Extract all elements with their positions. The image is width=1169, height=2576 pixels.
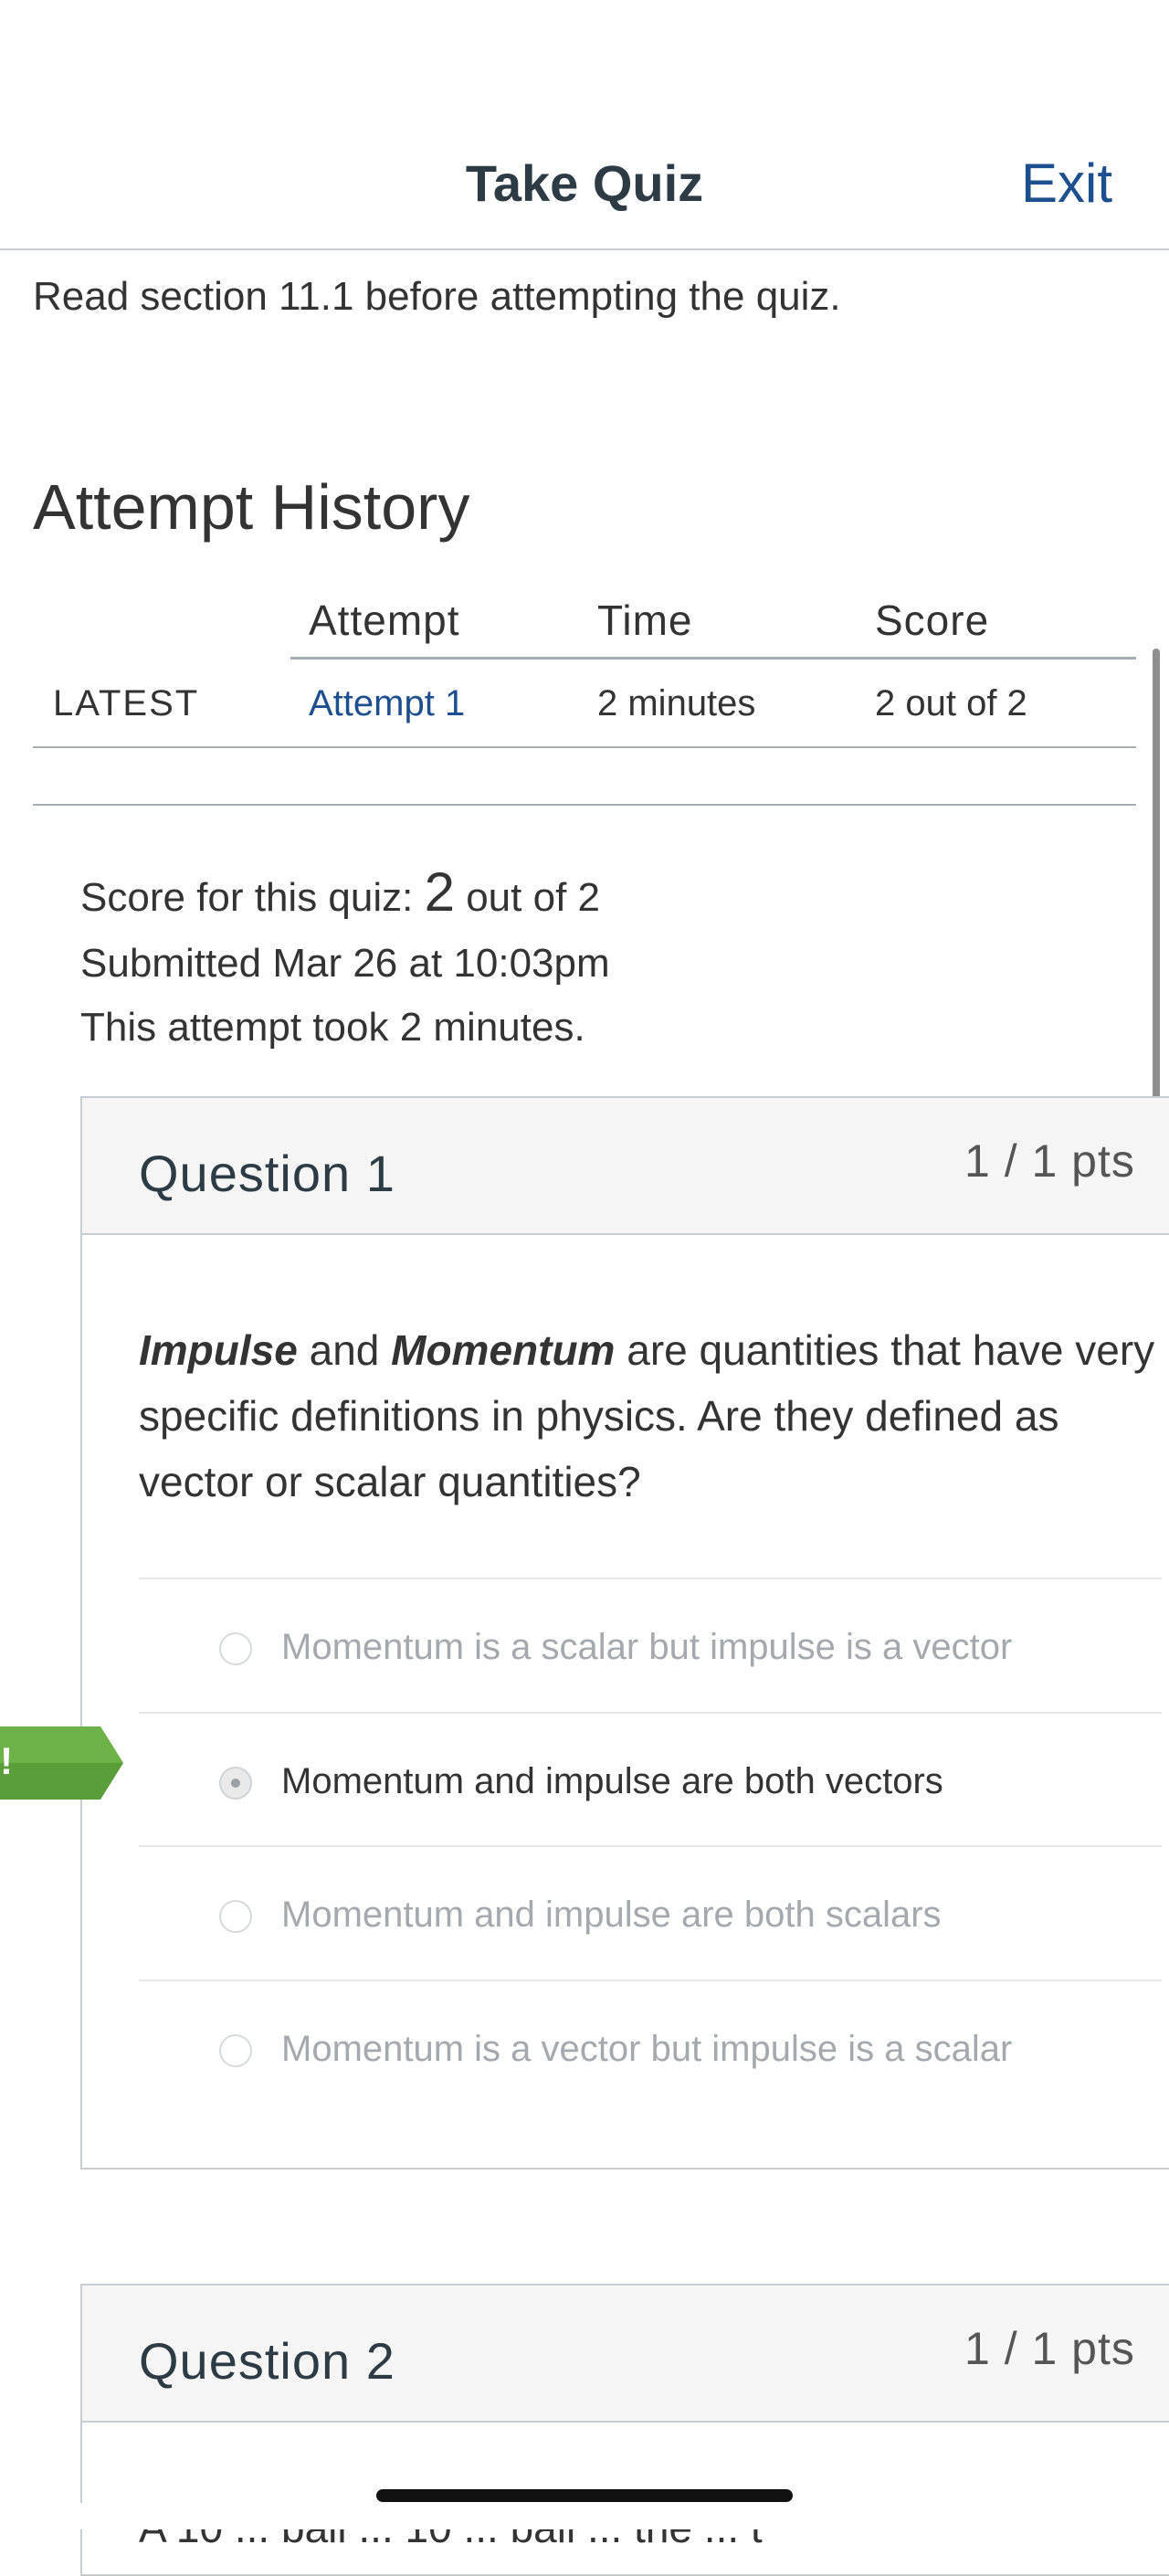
flag-arrow-icon — [0, 1726, 123, 1800]
answer-divider — [139, 1578, 1162, 1579]
question-text: Impulse and Momentum are quantities that… — [139, 1317, 1162, 1515]
score-value: 2 — [424, 861, 455, 923]
question-title: Question 2 — [139, 2332, 395, 2390]
question-header: Question 2 1 / 1 pts — [82, 2286, 1169, 2423]
radio-button[interactable] — [219, 2034, 252, 2067]
home-indicator[interactable] — [376, 2489, 793, 2502]
question-points: 1 / 1 pts — [964, 2323, 1135, 2374]
answer-text: Momentum and impulse are both vectors — [281, 1761, 943, 1801]
attempt-time: 2 minutes — [597, 683, 756, 723]
section-divider — [33, 804, 1136, 806]
question-text-connector: and — [297, 1326, 392, 1374]
attempt-score: 2 out of 2 — [875, 683, 1027, 723]
answer-option-2[interactable]: Momentum and impulse are both vectors — [219, 1748, 1132, 1821]
answer-text: Momentum is a scalar but impulse is a ve… — [281, 1627, 1013, 1667]
correct-answer-flag: ! — [0, 1726, 123, 1800]
answer-divider — [139, 1980, 1162, 1981]
term-impulse: Impulse — [139, 1326, 298, 1374]
column-header-time: Time — [597, 596, 693, 644]
bottom-safe-area — [0, 2503, 1169, 2529]
answer-option-4[interactable]: Momentum is a vector but impulse is a sc… — [219, 2016, 1132, 2089]
question-1-card: Question 1 1 / 1 pts Impulse and Momentu… — [80, 1096, 1169, 2170]
answer-option-1[interactable]: Momentum is a scalar but impulse is a ve… — [219, 1614, 1132, 1687]
table-row-divider — [33, 746, 1136, 748]
column-header-attempt: Attempt — [309, 596, 460, 644]
term-momentum: Momentum — [391, 1326, 616, 1374]
question-title: Question 1 — [139, 1145, 395, 1202]
top-bar: Take Quiz Exit — [0, 0, 1169, 250]
attempt-1-link[interactable]: Attempt 1 — [309, 683, 465, 724]
score-prefix: Score for this quiz: — [80, 875, 425, 920]
quiz-instructions: Read section 11.1 before attempting the … — [33, 274, 841, 319]
submitted-time: Submitted Mar 26 at 10:03pm — [80, 941, 610, 986]
exit-button[interactable]: Exit — [1021, 152, 1112, 215]
radio-button[interactable] — [219, 1632, 252, 1665]
radio-button-selected[interactable] — [219, 1767, 252, 1800]
quiz-score: Score for this quiz: 2 out of 2 — [80, 860, 600, 924]
question-2-card: Question 2 1 / 1 pts A 10 ... ball ... 1… — [80, 2284, 1169, 2576]
column-header-score: Score — [875, 596, 990, 644]
attempt-history-heading: Attempt History — [33, 471, 470, 543]
page-title: Take Quiz — [465, 154, 704, 212]
answer-divider — [139, 1712, 1162, 1714]
answer-option-3[interactable]: Momentum and impulse are both scalars — [219, 1882, 1132, 1955]
table-header-divider — [290, 657, 1136, 660]
attempt-duration: This attempt took 2 minutes. — [80, 1005, 585, 1050]
answer-text: Momentum and impulse are both scalars — [281, 1895, 942, 1935]
answer-divider — [139, 1845, 1162, 1847]
question-points: 1 / 1 pts — [964, 1135, 1135, 1187]
question-header: Question 1 1 / 1 pts — [82, 1098, 1169, 1235]
latest-label: LATEST — [53, 683, 200, 723]
answer-text: Momentum is a vector but impulse is a sc… — [281, 2029, 1013, 2069]
flag-text: ! — [0, 1739, 13, 1782]
radio-button[interactable] — [219, 1900, 252, 1933]
score-suffix: out of 2 — [454, 875, 600, 920]
